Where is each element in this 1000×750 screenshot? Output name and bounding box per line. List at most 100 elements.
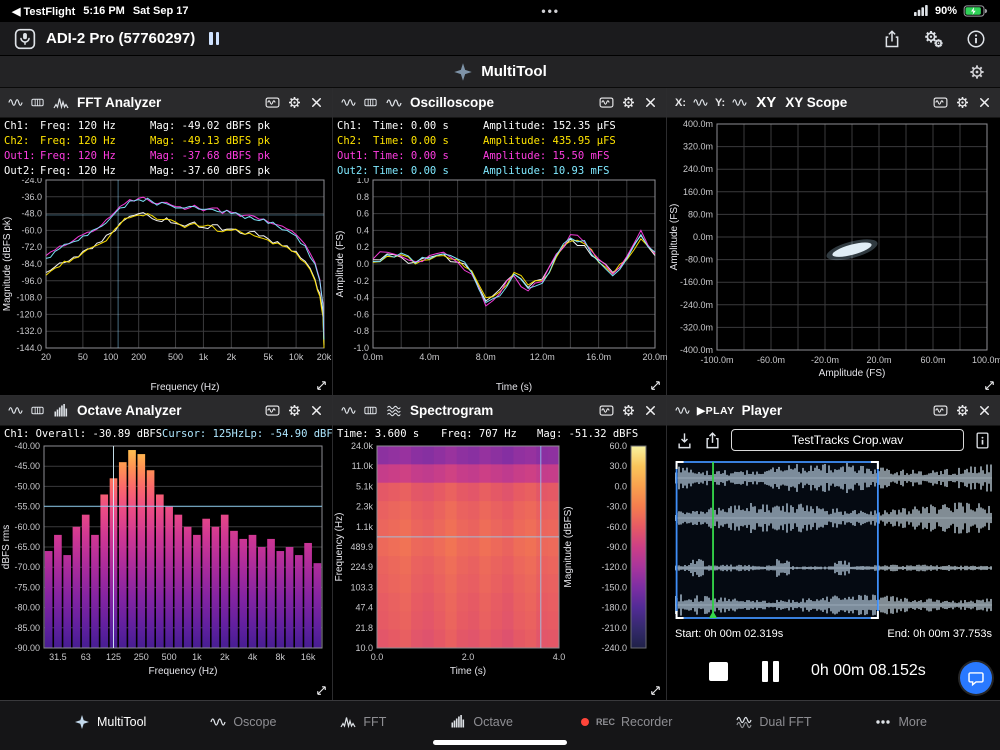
import-file-icon[interactable]	[675, 431, 694, 450]
chart-style-icon[interactable]	[265, 403, 280, 418]
multitool-app: ◀ TestFlight 5:16 PM Sat Sep 17 ••• 90% …	[0, 0, 1000, 750]
fft-expand-icon[interactable]	[314, 378, 329, 393]
xy-settings-gear-icon[interactable]	[955, 95, 970, 110]
meter-mode-icon[interactable]	[363, 95, 378, 110]
fft-panel-title: FFT Analyzer	[77, 95, 161, 110]
xy-panel-title: XY Scope	[785, 95, 847, 110]
tab-multitool[interactable]: MultiTool	[73, 714, 146, 730]
tab-recorder[interactable]: RECRecorder	[576, 714, 672, 730]
tab-more[interactable]: More	[874, 714, 926, 730]
octave-plot[interactable]: -40.00-45.00-50.00-55.00-60.00-65.00-70.…	[0, 442, 333, 700]
y-source-icon[interactable]	[732, 95, 747, 110]
svg-text:10.0: 10.0	[355, 643, 373, 653]
player-settings-gear-icon[interactable]	[955, 403, 970, 418]
chart-style-icon[interactable]	[265, 95, 280, 110]
multitool-settings-gear-icon[interactable]	[968, 63, 986, 81]
battery-icon	[963, 5, 988, 17]
device-icon[interactable]	[14, 28, 36, 50]
player-panel-header: ▶PLAY Player	[667, 396, 1000, 426]
fft-plot[interactable]: 20501002005001k2k5k10k20k-24.0-36.0-48.0…	[0, 178, 333, 396]
meter-mode-icon[interactable]	[30, 95, 45, 110]
chart-style-icon[interactable]	[599, 403, 614, 418]
play-status-badge: ▶PLAY	[697, 405, 735, 417]
date: Sat Sep 17	[133, 5, 189, 17]
svg-text:-180.0: -180.0	[601, 603, 627, 613]
svg-text:250: 250	[134, 652, 149, 662]
info-icon[interactable]	[966, 29, 986, 49]
share-icon[interactable]	[882, 29, 902, 49]
octave-settings-gear-icon[interactable]	[287, 403, 302, 418]
svg-text:1.0: 1.0	[356, 178, 369, 185]
spectrogram-close-icon[interactable]	[643, 403, 658, 418]
svg-text:0.0: 0.0	[371, 652, 384, 662]
svg-text:-240.0m: -240.0m	[680, 300, 713, 310]
svg-text:-90.00: -90.00	[14, 643, 40, 653]
spectrogram-settings-gear-icon[interactable]	[621, 403, 636, 418]
fft-settings-gear-icon[interactable]	[287, 95, 302, 110]
spectrogram-readout: Time: 3.600 s Freq: 707 Hz Mag: -51.32 d…	[333, 426, 666, 442]
xy-plot[interactable]: -100.0m-60.0m-20.0m20.0m60.0m100.0m400.0…	[667, 118, 1000, 396]
fft-close-icon[interactable]	[309, 95, 324, 110]
svg-text:-132.0: -132.0	[16, 326, 42, 336]
settings-gears-icon[interactable]	[924, 29, 944, 49]
tab-oscope[interactable]: Oscope	[209, 714, 276, 730]
input-select-icon[interactable]	[341, 403, 356, 418]
svg-text:-120.0: -120.0	[16, 309, 42, 319]
tab-dual-fft[interactable]: Dual FFT	[735, 714, 811, 730]
player-close-icon[interactable]	[977, 403, 992, 418]
oscilloscope-expand-icon[interactable]	[648, 378, 663, 393]
spec-freq: Freq: 707 Hz	[441, 428, 537, 440]
svg-text:31.5: 31.5	[49, 652, 67, 662]
export-file-icon[interactable]	[703, 431, 722, 450]
meter-mode-icon[interactable]	[30, 403, 45, 418]
more-tab-icon	[874, 714, 892, 730]
input-select-icon[interactable]	[8, 95, 23, 110]
svg-text:Frequency (Hz): Frequency (Hz)	[334, 513, 345, 582]
svg-text:489.9: 489.9	[350, 542, 373, 552]
svg-text:Amplitude (FS): Amplitude (FS)	[819, 368, 886, 379]
chat-bubble-button[interactable]	[960, 662, 992, 694]
octave-expand-icon[interactable]	[314, 683, 329, 698]
oscilloscope-close-icon[interactable]	[643, 95, 658, 110]
pause-button[interactable]	[762, 661, 779, 682]
back-to-testflight[interactable]: ◀ TestFlight 5:16 PM Sat Sep 17	[12, 5, 188, 18]
svg-text:-90.0: -90.0	[606, 542, 627, 552]
meter-mode-icon[interactable]	[363, 403, 378, 418]
input-select-icon[interactable]	[341, 95, 356, 110]
x-source-icon[interactable]	[693, 95, 708, 110]
input-select-icon[interactable]	[8, 403, 23, 418]
svg-text:-60.0: -60.0	[606, 522, 627, 532]
home-indicator[interactable]	[433, 740, 567, 745]
chart-style-icon[interactable]	[933, 95, 948, 110]
octave-close-icon[interactable]	[309, 403, 324, 418]
octave-readout: Ch1: Overall: -30.89 dBFS Cursor: 125Hz …	[0, 426, 332, 442]
multitool-title-bar: MultiTool	[0, 56, 1000, 88]
back-to-app-label[interactable]: ◀ TestFlight	[12, 5, 75, 18]
filename-field[interactable]: TestTracks Crop.wav	[731, 429, 964, 451]
xy-expand-icon[interactable]	[982, 378, 997, 393]
svg-text:63: 63	[81, 652, 91, 662]
spectrogram-expand-icon[interactable]	[648, 683, 663, 698]
tab-octave[interactable]: Octave	[449, 714, 513, 730]
stream-pause-icon[interactable]	[209, 32, 219, 45]
stop-button[interactable]	[709, 662, 728, 681]
osc-readout-ch2: Ch2:Time: 0.00 sAmplitude: 435.95 µFS	[333, 133, 666, 148]
svg-text:100: 100	[103, 352, 118, 362]
svg-text:-1.0: -1.0	[353, 343, 369, 353]
chart-style-icon[interactable]	[933, 403, 948, 418]
svg-text:-210.0: -210.0	[601, 623, 627, 633]
xy-close-icon[interactable]	[977, 95, 992, 110]
player-signal-icon[interactable]	[675, 403, 690, 418]
chart-style-icon[interactable]	[599, 95, 614, 110]
tab-fft[interactable]: FFT	[339, 714, 386, 730]
oscilloscope-settings-gear-icon[interactable]	[621, 95, 636, 110]
svg-text:-36.0: -36.0	[21, 192, 42, 202]
file-info-icon[interactable]	[973, 431, 992, 450]
playback-time: 0h 00m 08.152s	[811, 662, 926, 680]
spectrogram-plot[interactable]: 0.02.04.024.0k11.0k5.1k2.3k1.1k489.9224.…	[333, 442, 667, 700]
oscilloscope-plot[interactable]: 0.0m4.0m8.0m12.0m16.0m20.0m1.00.80.60.40…	[333, 178, 667, 396]
player-waveform[interactable]	[675, 454, 992, 624]
status-bar: ◀ TestFlight 5:16 PM Sat Sep 17 ••• 90%	[0, 0, 1000, 22]
svg-text:16.0m: 16.0m	[586, 352, 611, 362]
svg-text:-120.0: -120.0	[601, 562, 627, 572]
